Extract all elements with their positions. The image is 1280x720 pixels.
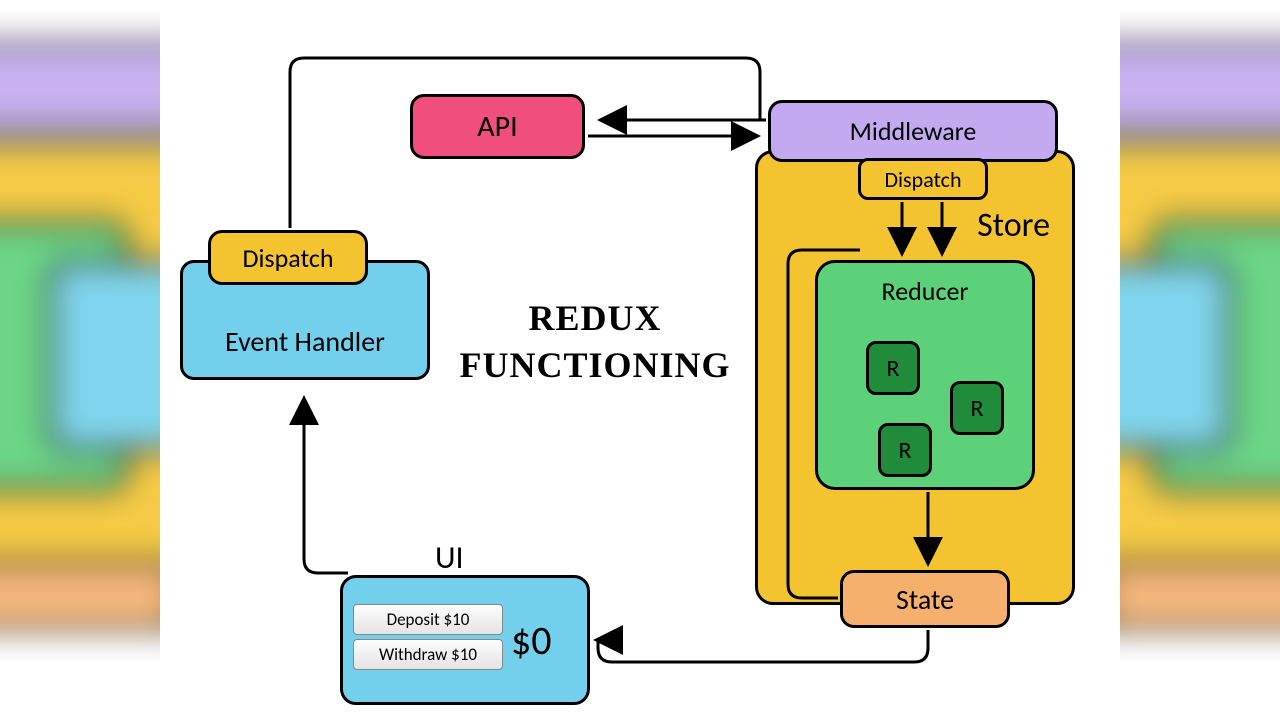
diagram-title: Redux Functioning (450, 295, 740, 389)
dispatch-left-box: Dispatch (208, 230, 368, 285)
reducer-r-3: R (878, 423, 932, 477)
state-box: State (840, 570, 1010, 628)
dispatch-left-label: Dispatch (242, 242, 333, 274)
ui-label: UI (435, 538, 464, 577)
reducer-r-1: R (866, 341, 920, 395)
blur-panel-right (1120, 0, 1280, 720)
diagram-canvas: Store Reducer R R R Middleware Dispatch … (160, 0, 1120, 720)
dispatch-store-label: Dispatch (884, 166, 961, 193)
api-box: API (410, 94, 585, 159)
ui-box: Deposit $10 Withdraw $10 $0 (340, 575, 590, 705)
api-label: API (477, 108, 517, 145)
reducer-label: Reducer (882, 275, 969, 307)
reducer-box: Reducer R R R (815, 260, 1035, 490)
withdraw-button[interactable]: Withdraw $10 (353, 639, 503, 670)
title-line-1: Redux (528, 298, 661, 338)
reducer-r-2: R (950, 381, 1004, 435)
state-label: State (896, 582, 954, 617)
ui-balance: $0 (511, 616, 552, 665)
deposit-button[interactable]: Deposit $10 (353, 604, 503, 635)
store-label: Store (977, 205, 1050, 246)
middleware-label: Middleware (850, 115, 977, 147)
blur-panel-left (0, 0, 160, 720)
event-handler-label: Event Handler (225, 324, 385, 359)
middleware-box: Middleware (768, 100, 1058, 162)
title-line-2: Functioning (459, 345, 730, 385)
dispatch-store-box: Dispatch (858, 158, 988, 200)
